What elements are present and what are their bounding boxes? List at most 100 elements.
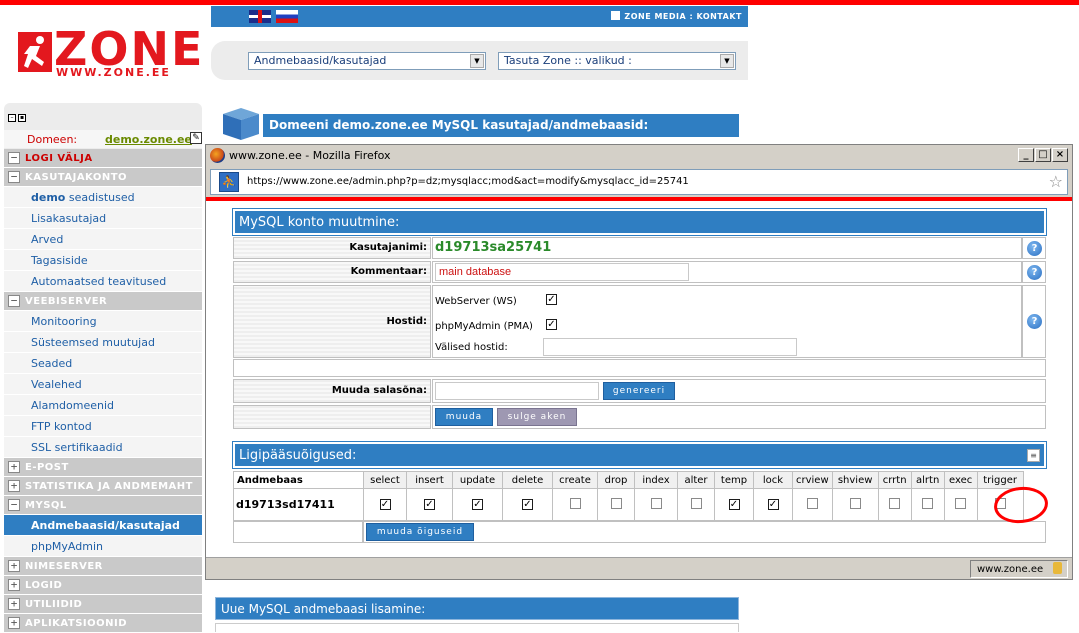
drop-checkbox[interactable] (610, 497, 622, 509)
sidebar-item-text[interactable]: Arved (31, 233, 63, 246)
sidebar-item-text[interactable]: Lisakasutajad (31, 212, 106, 225)
sidebar-item[interactable]: Arved (4, 229, 202, 250)
section-select[interactable]: Andmebaasid/kasutajad ▼ (248, 52, 486, 70)
sidebar-item-label[interactable]: FTP kontod (31, 420, 92, 433)
collapse-all-icon[interactable]: – (8, 114, 16, 122)
sidebar-item-text[interactable]: FTP kontod (31, 420, 92, 433)
sidebar-item-label[interactable]: Süsteemsed muutujad (31, 336, 155, 349)
russian-flag-icon[interactable] (276, 10, 298, 23)
sidebar-item-label[interactable]: SSL sertifikaadid (31, 441, 123, 454)
sidebar-item-label[interactable]: phpMyAdmin (31, 540, 103, 553)
host-pma-checkbox[interactable]: ✓ (546, 319, 557, 330)
url-text[interactable]: https://www.zone.ee/admin.php?p=dz;mysql… (247, 176, 689, 187)
host-ws-checkbox[interactable]: ✓ (546, 294, 557, 305)
exec-checkbox[interactable] (955, 497, 967, 509)
sidebar-item[interactable]: Süsteemsed muutujad (4, 332, 202, 353)
lock-checkbox[interactable]: ✓ (767, 499, 779, 510)
sidebar-item-label[interactable]: Lisakasutajad (31, 212, 106, 225)
plus-icon[interactable]: + (8, 579, 20, 591)
sidebar-section-header[interactable]: + APLIKATSIOONID (4, 614, 202, 633)
sidebar-item-text[interactable]: Seaded (31, 357, 72, 370)
sidebar-item-label[interactable]: Tagasiside (31, 254, 88, 267)
collapse-icon[interactable]: ≡ (1027, 449, 1040, 462)
sidebar-item-text[interactable]: Andmebaasid/kasutajad (31, 519, 180, 532)
sidebar-item-label[interactable]: Vealehed (31, 378, 82, 391)
sidebar-item-text[interactable]: Vealehed (31, 378, 82, 391)
plus-icon[interactable]: + (8, 480, 20, 492)
sidebar-item[interactable]: Lisakasutajad (4, 208, 202, 229)
sidebar-section-title[interactable]: MYSQL (25, 500, 67, 511)
sidebar-item-text[interactable]: Automaatsed teavitused (31, 275, 166, 288)
sidebar-item-text[interactable]: Monitooring (31, 315, 97, 328)
sidebar-item[interactable]: FTP kontod (4, 416, 202, 437)
modify-button[interactable]: muuda (435, 408, 493, 426)
sidebar-item-text[interactable]: Tagasiside (31, 254, 88, 267)
sidebar-section-header[interactable]: − VEEBISERVER (4, 292, 202, 311)
modify-privileges-button[interactable]: muuda õiguseid (366, 523, 474, 541)
generate-button[interactable]: genereeri (603, 382, 675, 400)
bookmark-star-icon[interactable]: ☆ (1049, 172, 1063, 191)
help-icon[interactable]: ? (1027, 265, 1042, 280)
sidebar-section-title[interactable]: NIMESERVER (25, 561, 103, 572)
expand-all-icon[interactable]: ▪ (18, 114, 26, 122)
sidebar-item[interactable]: Monitooring (4, 311, 202, 332)
sidebar-item[interactable]: Vealehed (4, 374, 202, 395)
sidebar-item[interactable]: phpMyAdmin (4, 536, 202, 557)
sidebar-item[interactable]: Alamdomeenid (4, 395, 202, 416)
sidebar-item-label[interactable]: Seaded (31, 357, 72, 370)
sidebar-section-title[interactable]: KASUTAJAKONTO (25, 172, 127, 183)
sidebar-section-header[interactable]: − KASUTAJAKONTO (4, 168, 202, 187)
plus-icon[interactable]: + (8, 598, 20, 610)
sidebar-section-title[interactable]: STATISTIKA JA ANDMEMAHT (25, 481, 193, 492)
collapse-controls[interactable]: – ▪ (8, 114, 26, 122)
popup-titlebar[interactable]: www.zone.ee - Mozilla Firefox _ □ × (206, 145, 1072, 167)
sidebar-section-header[interactable]: + E-POST (4, 458, 202, 477)
index-checkbox[interactable] (650, 497, 662, 509)
chevron-down-icon[interactable]: ▼ (470, 54, 484, 68)
zone-logo[interactable]: ZONE WWW.ZONE.EE (12, 26, 202, 84)
sidebar-item-text[interactable]: Süsteemsed muutujad (31, 336, 155, 349)
sidebar-item[interactable]: demo seadistused (4, 187, 202, 208)
plus-icon[interactable]: + (8, 560, 20, 572)
sidebar-item-label[interactable]: Arved (31, 233, 63, 246)
sidebar-item[interactable]: Tagasiside (4, 250, 202, 271)
sidebar-section-header[interactable]: − MYSQL (4, 496, 202, 515)
sidebar-item[interactable]: Seaded (4, 353, 202, 374)
domain-edit-icon[interactable]: ✎ (190, 132, 202, 144)
sidebar-section-header[interactable]: + NIMESERVER (4, 557, 202, 576)
create-checkbox[interactable] (569, 497, 581, 509)
sidebar-item-label[interactable]: Monitooring (31, 315, 97, 328)
close-window-button[interactable]: sulge aken (497, 408, 577, 426)
sidebar-item-label[interactable]: demo seadistused (31, 191, 135, 204)
select-checkbox[interactable]: ✓ (379, 499, 391, 510)
sidebar-item-label[interactable]: Automaatsed teavitused (31, 275, 166, 288)
sidebar-item-label[interactable]: Alamdomeenid (31, 399, 114, 412)
alrtn-checkbox[interactable] (922, 497, 934, 509)
english-flag-icon[interactable] (249, 10, 271, 23)
sidebar-section-title[interactable]: VEEBISERVER (25, 296, 107, 307)
crrtn-checkbox[interactable] (889, 497, 901, 509)
logout-label[interactable]: LOGI VÄLJA (25, 153, 93, 164)
url-bar[interactable]: ⛹ https://www.zone.ee/admin.php?p=dz;mys… (210, 169, 1068, 195)
minus-icon[interactable]: − (8, 499, 20, 511)
minus-icon[interactable]: − (8, 295, 20, 307)
comment-input[interactable] (435, 263, 689, 281)
sidebar-logout[interactable]: − LOGI VÄLJA (4, 149, 202, 168)
lock-icon[interactable] (1053, 562, 1062, 574)
sidebar-section-title[interactable]: APLIKATSIOONID (25, 618, 127, 629)
delete-checkbox[interactable]: ✓ (522, 499, 533, 510)
password-input[interactable] (435, 382, 599, 400)
free-options-select[interactable]: Tasuta Zone :: valikud : ▼ (498, 52, 736, 70)
sidebar-item[interactable]: SSL sertifikaadid (4, 437, 202, 458)
sidebar-item-bold[interactable]: demo (31, 191, 65, 204)
close-icon[interactable]: × (1052, 148, 1068, 162)
plus-icon[interactable]: + (8, 617, 20, 629)
sidebar-item-text[interactable]: SSL sertifikaadid (31, 441, 123, 454)
top-links[interactable]: ZONE MEDIA : KONTAKT (611, 11, 742, 21)
insert-checkbox[interactable]: ✓ (424, 499, 435, 510)
maximize-icon[interactable]: □ (1035, 148, 1051, 162)
sidebar-item-text[interactable]: Alamdomeenid (31, 399, 114, 412)
sidebar-item-label[interactable]: Andmebaasid/kasutajad (31, 519, 180, 532)
sidebar-section-title[interactable]: LOGID (25, 580, 62, 591)
sidebar-section-title[interactable]: UTILIIDID (25, 599, 82, 610)
